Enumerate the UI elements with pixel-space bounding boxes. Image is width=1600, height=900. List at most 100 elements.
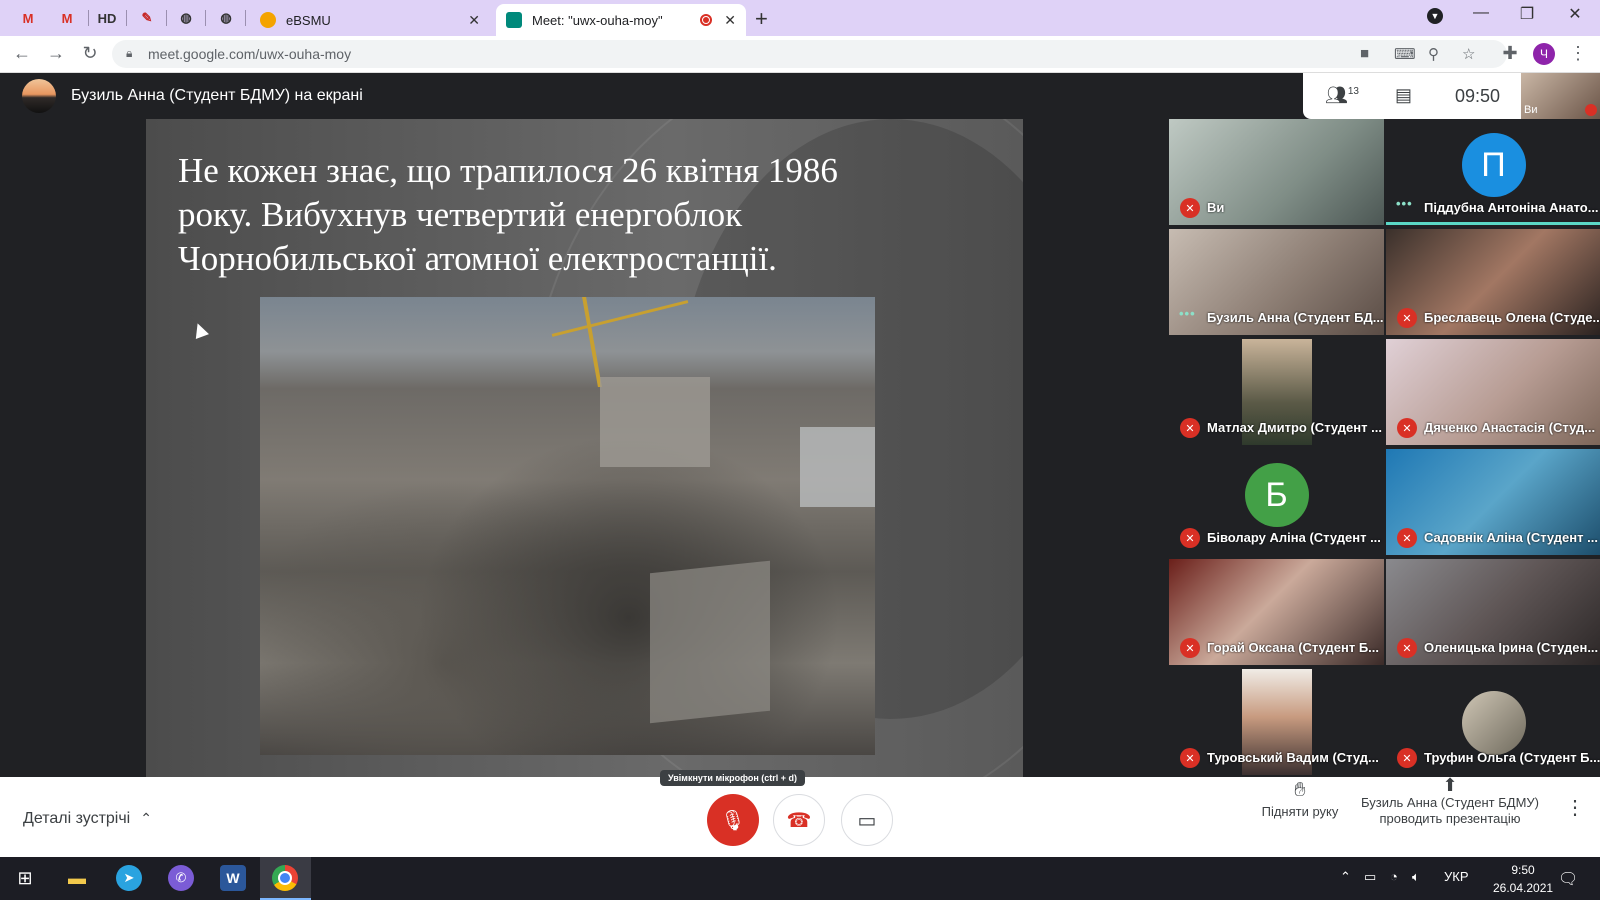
minimize-button[interactable]: — bbox=[1458, 4, 1504, 22]
reload-button[interactable]: ↻ bbox=[78, 43, 102, 64]
chevron-down-icon: ▼ bbox=[1427, 8, 1443, 24]
forward-button[interactable]: → bbox=[44, 43, 68, 64]
back-button[interactable]: ← bbox=[10, 43, 34, 64]
volume-icon[interactable]: 🔈︎ bbox=[1412, 869, 1420, 885]
close-tab-icon[interactable]: ✕ bbox=[468, 12, 480, 29]
restore-button[interactable]: ❐ bbox=[1504, 4, 1550, 24]
photo-ruins bbox=[600, 377, 710, 467]
word-icon[interactable]: W bbox=[220, 865, 246, 891]
participant-tile[interactable]: ✕ Туровський Вадим (Студ... bbox=[1169, 669, 1384, 775]
self-view-thumbnail[interactable]: Ви bbox=[1521, 73, 1600, 119]
telegram-icon[interactable]: ➤ bbox=[116, 865, 142, 891]
chrome-menu-icon[interactable]: ⋮ bbox=[1566, 43, 1590, 64]
participant-tile[interactable]: ✕ Горай Оксана (Студент Б... bbox=[1169, 559, 1384, 665]
wifi-icon[interactable]: ◔ bbox=[1390, 869, 1398, 884]
mic-toggle-button[interactable]: 🎙︎ bbox=[707, 794, 759, 846]
participant-tile[interactable]: ✕ Бреславець Олена (Студе... bbox=[1386, 229, 1600, 335]
battery-icon[interactable]: ▭ bbox=[1364, 869, 1376, 885]
taskbar-date: 26.04.2021 bbox=[1493, 881, 1554, 895]
meeting-time: 09:50 bbox=[1455, 86, 1501, 106]
mic-off-icon: ✕ bbox=[1397, 418, 1417, 438]
presenter-avatar bbox=[22, 79, 56, 113]
language-indicator[interactable]: УКР bbox=[1444, 869, 1469, 884]
presentation-slide: Не кожен знає, що трапилося 26 квітня 19… bbox=[146, 119, 1023, 777]
meeting-details-label: Деталі зустрічі bbox=[23, 810, 131, 827]
tray-chevron-up-icon[interactable]: ⌃ bbox=[1340, 869, 1351, 885]
participant-tile[interactable]: Б ✕ Біволару Аліна (Студент ... bbox=[1169, 449, 1384, 555]
presentation-status-button[interactable]: ⬆ Бузиль Анна (Студент БДМУ) проводить п… bbox=[1360, 775, 1540, 827]
taskbar-clock[interactable]: 9:50 26.04.2021 bbox=[1493, 861, 1553, 897]
windows-start-icon[interactable]: ⊞ bbox=[12, 865, 38, 891]
participants-button[interactable]: 👥︎13 bbox=[1325, 85, 1359, 106]
participant-name: Бреславець Олена (Студе... bbox=[1424, 310, 1600, 325]
participant-name: Біволару Аліна (Студент ... bbox=[1207, 530, 1381, 545]
hang-up-icon: ☎︎ bbox=[786, 809, 812, 832]
leave-call-button[interactable]: ☎︎ bbox=[773, 794, 825, 846]
speaking-bar bbox=[1386, 222, 1600, 225]
browser-toolbar: ← → ↻ 🔒︎ meet.google.com/uwx-ouha-moy ■ … bbox=[0, 36, 1600, 73]
extensions-icon[interactable]: ✚ bbox=[1498, 43, 1522, 64]
globe-icon: ◍ bbox=[220, 10, 232, 25]
present-screen-icon: ⬆ bbox=[1442, 775, 1458, 795]
presenting-line-1: Бузиль Анна (Студент БДМУ) bbox=[1360, 795, 1539, 810]
close-tab-icon[interactable]: ✕ bbox=[724, 12, 736, 29]
taskbar-time: 9:50 bbox=[1511, 863, 1535, 877]
photo-crane-arm bbox=[551, 300, 689, 337]
participant-photo-avatar bbox=[1461, 691, 1526, 755]
pinned-tab-gmail-2[interactable]: M bbox=[54, 6, 80, 30]
close-window-button[interactable]: ✕ bbox=[1552, 4, 1598, 24]
mic-tooltip: Увімкнути мікрофон (ctrl + d) bbox=[660, 770, 806, 786]
pinned-tab-hd[interactable]: HD bbox=[94, 6, 120, 30]
participant-tile[interactable]: ✕ Матлах Дмитро (Студент ... bbox=[1169, 339, 1384, 445]
mic-off-icon: ✕ bbox=[1397, 308, 1417, 328]
speaking-indicator-icon: ••• bbox=[1179, 306, 1196, 321]
tab-separator bbox=[166, 10, 167, 26]
tab-separator bbox=[245, 10, 246, 26]
tab-title: eBSMU bbox=[286, 12, 331, 28]
tab-ebsmu[interactable]: eBSMU ✕ bbox=[250, 4, 490, 36]
presenting-line-2: проводить презентацію bbox=[1379, 811, 1521, 826]
address-bar[interactable]: 🔒︎ meet.google.com/uwx-ouha-moy ■ ⌨ ⚲ ☆ bbox=[112, 40, 1507, 68]
camera-icon[interactable]: ■ bbox=[1360, 45, 1369, 62]
participant-count: 13 bbox=[1347, 86, 1359, 97]
camera-toggle-button[interactable]: ▭ bbox=[841, 794, 893, 846]
new-tab-button[interactable]: + bbox=[755, 6, 768, 32]
notifications-icon[interactable]: 🗨︎ bbox=[1558, 869, 1578, 889]
mic-off-icon: ✕ bbox=[1180, 638, 1200, 658]
participant-name: Туровський Вадим (Студ... bbox=[1207, 750, 1379, 765]
raise-hand-button[interactable]: ✋︎ Підняти руку bbox=[1255, 779, 1345, 819]
participant-name: Горай Оксана (Студент Б... bbox=[1207, 640, 1380, 655]
more-options-icon[interactable]: ⋮ bbox=[1565, 795, 1585, 820]
viber-icon[interactable]: ✆ bbox=[168, 865, 194, 891]
meeting-details-button[interactable]: Деталі зустрічі ⌃ bbox=[23, 810, 152, 828]
bookmark-star-icon[interactable]: ☆ bbox=[1462, 45, 1475, 63]
profile-avatar[interactable]: Ч bbox=[1533, 43, 1555, 65]
participant-tile[interactable]: ✕ Ви bbox=[1169, 119, 1384, 225]
pinned-tab-globe-2[interactable]: ◍ bbox=[213, 6, 239, 30]
zoom-icon[interactable]: ⚲ bbox=[1428, 45, 1439, 63]
pinned-tab-pen[interactable]: ✎ bbox=[134, 6, 160, 30]
mic-off-icon: ✕ bbox=[1397, 528, 1417, 548]
chat-icon[interactable]: ▤ bbox=[1395, 85, 1412, 106]
participant-tile[interactable]: ✕ Садовнік Аліна (Студент ... bbox=[1386, 449, 1600, 555]
translate-icon[interactable]: ⌨ bbox=[1394, 45, 1416, 63]
tab-meet[interactable]: Meet: "uwx-ouha-moy" ✕ bbox=[496, 4, 746, 36]
file-explorer-icon[interactable]: ▬ bbox=[64, 865, 90, 891]
participant-tile[interactable]: ✕ Труфин Ольга (Студент Б... bbox=[1386, 669, 1600, 775]
participant-tile[interactable]: П ••• Піддубна Антоніна Анато... bbox=[1386, 119, 1600, 225]
ebsmu-favicon-icon bbox=[260, 12, 276, 28]
tab-title: Meet: "uwx-ouha-moy" bbox=[532, 12, 663, 28]
meet-header-card: 👥︎13 ▤ 09:50 bbox=[1303, 73, 1521, 119]
lock-icon: 🔒︎ bbox=[126, 46, 133, 60]
self-label: Ви bbox=[1524, 104, 1538, 116]
participant-tile[interactable]: ••• Бузиль Анна (Студент БД... bbox=[1169, 229, 1384, 335]
participant-tile[interactable]: ✕ Дяченко Анастасія (Студ... bbox=[1386, 339, 1600, 445]
participant-name: Дяченко Анастасія (Студ... bbox=[1424, 420, 1596, 435]
photo-building bbox=[800, 427, 875, 507]
participant-tile[interactable]: ✕ Оленицька Ірина (Студен... bbox=[1386, 559, 1600, 665]
tab-search-button[interactable]: ▼ bbox=[1412, 6, 1458, 24]
pinned-tab-globe-1[interactable]: ◍ bbox=[173, 6, 199, 30]
pinned-tab-gmail-1[interactable]: M bbox=[15, 6, 41, 30]
mic-off-icon: ✕ bbox=[1180, 528, 1200, 548]
meet-favicon-icon bbox=[506, 12, 522, 28]
